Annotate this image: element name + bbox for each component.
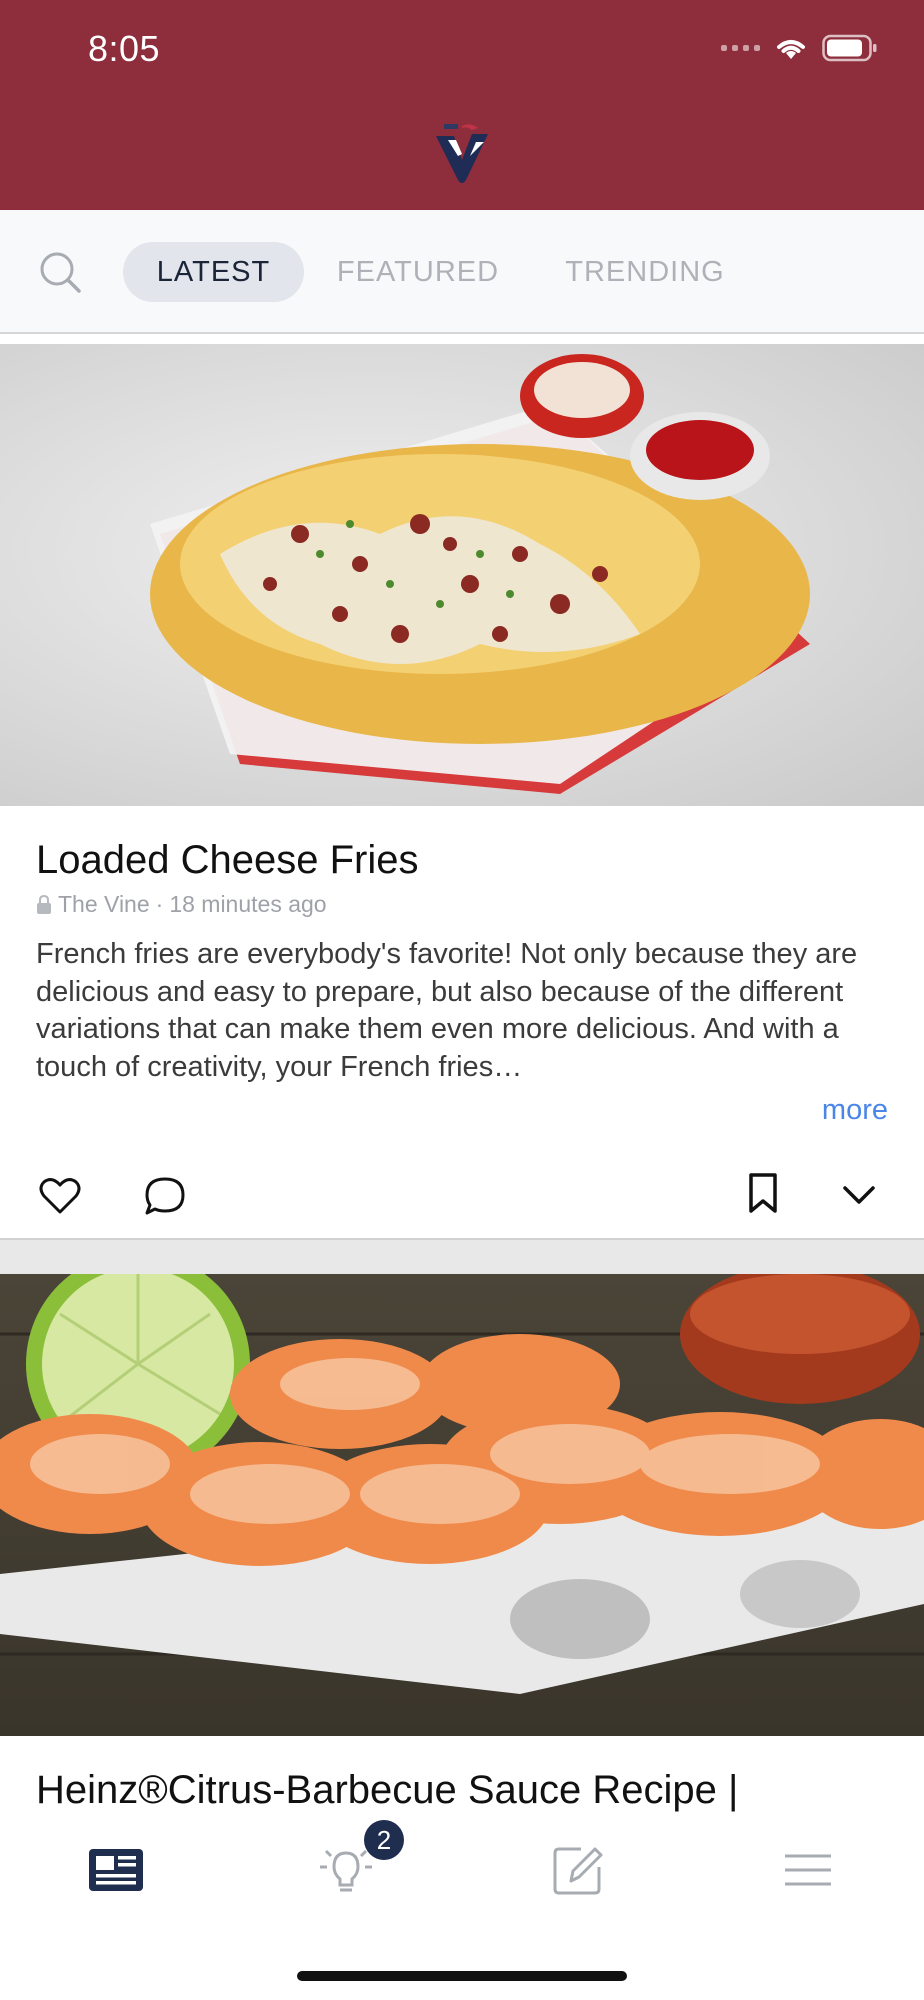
nav-news[interactable] (76, 1840, 156, 1900)
signal-icon (721, 45, 760, 51)
status-time: 8:05 (88, 28, 161, 69)
post-time: 18 minutes ago (169, 891, 327, 917)
wifi-icon (777, 40, 805, 59)
more-link[interactable]: more (822, 1094, 888, 1127)
notification-badge: 2 (364, 1820, 404, 1860)
nav-compose[interactable] (538, 1840, 618, 1900)
hamburger-menu-icon (785, 1854, 831, 1886)
bookmark-icon[interactable] (748, 1172, 778, 1214)
nav-menu[interactable] (768, 1840, 848, 1900)
compose-icon (553, 1847, 603, 1895)
post-title[interactable]: Heinz®Citrus-Barbecue Sauce Recipe | (36, 1768, 738, 1813)
chevron-down-icon[interactable] (842, 1184, 876, 1206)
comment-icon[interactable] (144, 1176, 186, 1216)
tab-featured[interactable]: FEATURED (326, 242, 510, 302)
post-source[interactable]: The Vine (58, 891, 150, 918)
meta-separator: · (155, 891, 164, 917)
newspaper-icon (89, 1849, 143, 1891)
post-divider (0, 1238, 924, 1276)
search-icon[interactable] (38, 250, 82, 294)
tab-trending[interactable]: TRENDING (548, 242, 742, 302)
app-header: 8:05 (0, 0, 924, 210)
status-icons (721, 34, 878, 62)
battery-icon (822, 34, 877, 62)
post-description: French fries are everybody's favorite! N… (36, 938, 858, 1083)
post-image-cheese-fries[interactable] (0, 344, 924, 806)
app-logo (436, 124, 488, 183)
tab-bar: LATEST FEATURED TRENDING (0, 210, 924, 334)
tab-latest[interactable]: LATEST (123, 242, 304, 302)
home-indicator (297, 1971, 627, 1981)
lock-icon (37, 894, 51, 914)
post-meta: The Vine · 18 minutes ago (36, 891, 327, 918)
post-image-shrimp[interactable] (0, 1274, 924, 1736)
heart-icon[interactable] (38, 1176, 82, 1216)
post-title[interactable]: Loaded Cheese Fries (36, 838, 418, 883)
